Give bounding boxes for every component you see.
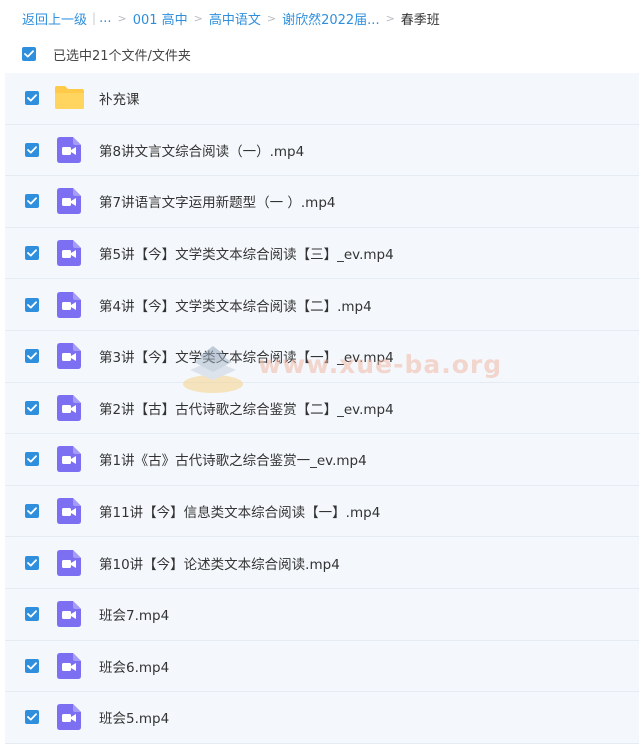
check-icon [27,352,37,360]
file-row[interactable]: 第5讲【今】文学类文本综合阅读【三】_ev.mp4 [5,227,639,280]
chevron-right-icon: > [385,11,395,25]
row-checkbox[interactable] [25,91,39,106]
file-browser: 返回上一级 | ... > 001 高中 > 高中语文 > 谢欣然2022届..… [0,0,639,744]
video-file-icon [57,240,81,267]
file-name[interactable]: 第4讲【今】文学类文本综合阅读【二】.mp4 [99,295,372,315]
file-row[interactable]: 班会6.mp4 [5,640,639,693]
breadcrumb-current: 春季班 [400,12,440,28]
row-checkbox[interactable] [25,710,39,725]
file-name[interactable]: 第11讲【今】信息类文本综合阅读【一】.mp4 [99,501,380,521]
file-name[interactable]: 第3讲【今】文学类文本综合阅读【一】_ev.mp4 [99,346,394,366]
video-file-icon [57,704,81,731]
file-name[interactable]: 班会7.mp4 [99,604,169,624]
row-checkbox[interactable] [25,658,39,673]
row-checkbox[interactable] [25,142,39,157]
file-row[interactable]: 第11讲【今】信息类文本综合阅读【一】.mp4 [5,485,639,538]
check-icon [27,558,37,567]
back-link[interactable]: 返回上一级 [22,9,87,28]
file-row[interactable]: 第1讲《古》古代诗歌之综合鉴赏一_ev.mp4 [5,434,639,486]
check-icon [27,94,37,102]
row-checkbox[interactable] [25,194,39,209]
check-icon [27,507,37,515]
video-file-icon [57,343,81,370]
row-checkbox[interactable] [25,555,39,570]
check-icon [24,50,34,58]
file-row[interactable]: 第3讲【今】文学类文本综合阅读【一】_ev.mp4 [5,330,639,383]
file-row[interactable]: 班会5.mp4 [5,692,639,744]
breadcrumb-ellipsis[interactable]: ... [99,11,111,26]
chevron-right-icon: > [117,11,127,25]
video-file-icon [57,446,81,473]
file-name[interactable]: 补充课 [99,88,140,108]
check-icon [27,249,37,257]
file-name[interactable]: 第5讲【今】文学类文本综合阅读【三】_ev.mp4 [99,243,394,263]
row-checkbox[interactable] [25,297,39,312]
file-row[interactable]: 班会7.mp4 [5,588,639,641]
video-file-icon [57,498,81,525]
video-file-icon [57,291,81,318]
breadcrumb-divider: | [92,11,97,25]
select-all-bar: 已选中21个文件/文件夹 [22,44,191,64]
check-icon [27,404,37,412]
file-name[interactable]: 第8讲文言文综合阅读（一）.mp4 [99,140,304,160]
chevron-right-icon: > [193,11,203,25]
file-list: 补充课第8讲文言文综合阅读（一）.mp4 第7讲语言文字运用新题型（一 ）.mp4… [5,73,639,744]
video-file-icon [57,188,81,215]
video-file-icon [57,601,81,628]
file-row[interactable]: 第4讲【今】文学类文本综合阅读【二】.mp4 [5,279,639,331]
row-checkbox[interactable] [25,400,39,415]
video-file-icon [57,394,81,421]
video-file-icon [57,549,81,576]
chevron-right-icon: > [266,11,277,25]
file-name[interactable]: 第10讲【今】论述类文本综合阅读.mp4 [99,553,340,573]
video-file-icon [57,136,81,163]
file-name[interactable]: 第7讲语言文字运用新题型（一 ）.mp4 [99,191,335,211]
check-icon [27,610,37,618]
breadcrumb-item-chinese[interactable]: 高中语文 [209,9,261,28]
video-file-icon [57,652,81,679]
check-icon [27,197,37,205]
row-checkbox[interactable] [25,607,39,622]
breadcrumb: 返回上一级 | ... > 001 高中 > 高中语文 > 谢欣然2022届..… [22,8,440,28]
file-row[interactable]: 第7讲语言文字运用新题型（一 ）.mp4 [5,176,639,228]
check-icon [27,713,37,721]
check-icon [27,662,37,670]
check-icon [27,300,37,309]
row-checkbox[interactable] [25,246,39,261]
check-icon [27,455,37,463]
file-name[interactable]: 班会5.mp4 [99,707,169,727]
file-name[interactable]: 班会6.mp4 [99,656,169,676]
selection-count-label: 已选中21个文件/文件夹 [53,48,191,64]
breadcrumb-item-high-school[interactable]: 001 高中 [133,9,188,28]
row-checkbox[interactable] [25,504,39,519]
file-row[interactable]: 第2讲【古】古代诗歌之综合鉴赏【二】_ev.mp4 [5,382,639,435]
folder-icon [54,85,85,110]
folder-row[interactable]: 补充课 [5,73,639,125]
row-checkbox[interactable] [25,349,39,364]
file-name[interactable]: 第1讲《古》古代诗歌之综合鉴赏一_ev.mp4 [99,449,367,469]
select-all-checkbox[interactable] [22,47,36,61]
row-checkbox[interactable] [25,452,39,467]
file-row[interactable]: 第8讲文言文综合阅读（一）.mp4 [5,124,639,177]
breadcrumb-item-teacher[interactable]: 谢欣然2022届... [282,9,379,28]
check-icon [27,146,37,154]
file-name[interactable]: 第2讲【古】古代诗歌之综合鉴赏【二】_ev.mp4 [99,398,394,418]
file-row[interactable]: 第10讲【今】论述类文本综合阅读.mp4 [5,537,639,589]
